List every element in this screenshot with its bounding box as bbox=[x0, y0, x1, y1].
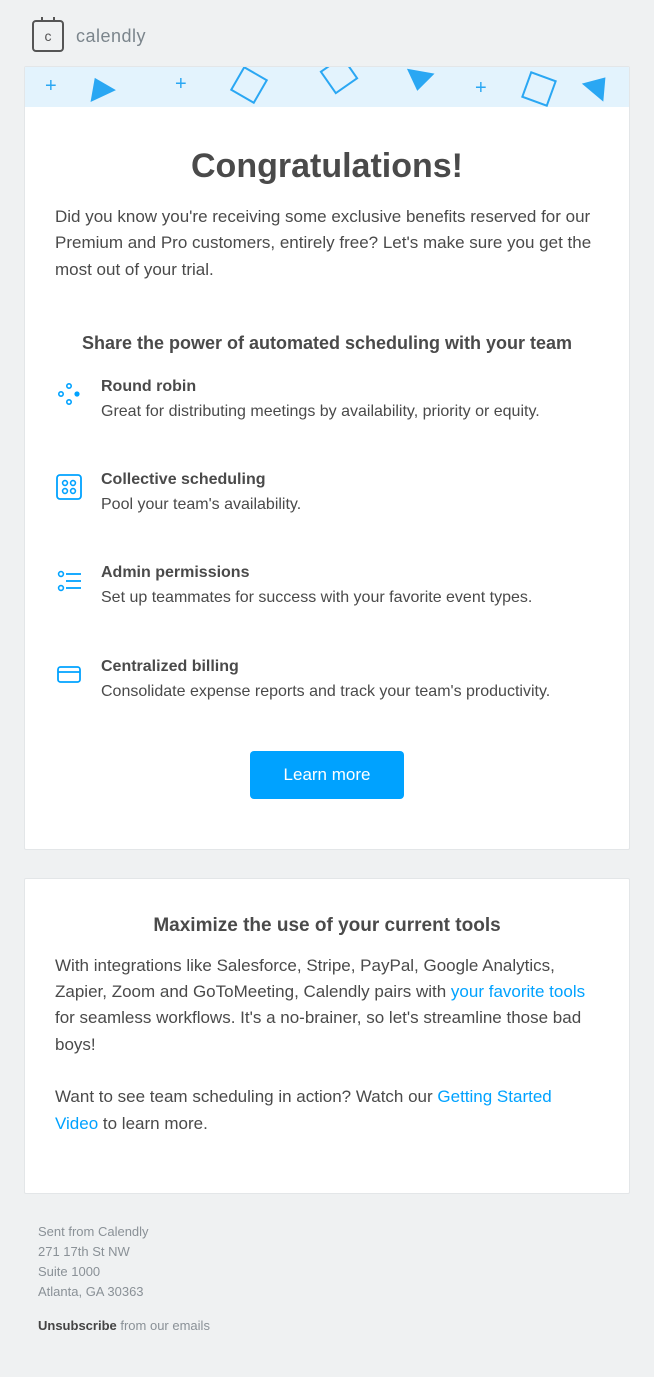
feature-title: Centralized billing bbox=[101, 658, 599, 676]
favorite-tools-link[interactable]: your favorite tools bbox=[451, 982, 585, 1001]
logo-letter: c bbox=[45, 28, 52, 44]
tools-heading: Maximize the use of your current tools bbox=[55, 915, 599, 937]
feature-billing: Centralized billing Consolidate expense … bbox=[55, 658, 599, 703]
brand-header: c calendly bbox=[24, 0, 630, 66]
feature-title: Admin permissions bbox=[101, 564, 599, 582]
square-icon bbox=[521, 71, 557, 107]
main-card: + + + Congratulations! Did you know you'… bbox=[24, 66, 630, 850]
footer-unsubscribe-line: Unsubscribe from our emails bbox=[38, 1316, 630, 1336]
feature-round-robin: Round robin Great for distributing meeti… bbox=[55, 378, 599, 423]
section-heading: Share the power of automated scheduling … bbox=[55, 333, 599, 354]
triangle-icon bbox=[403, 69, 434, 94]
text: to learn more. bbox=[98, 1114, 208, 1133]
footer-address-2: Suite 1000 bbox=[38, 1262, 630, 1282]
feature-desc: Great for distributing meetings by avail… bbox=[101, 400, 599, 423]
learn-more-button[interactable]: Learn more bbox=[250, 751, 405, 799]
tools-paragraph-2: Want to see team scheduling in action? W… bbox=[55, 1084, 599, 1137]
page-title: Congratulations! bbox=[55, 147, 599, 186]
square-icon bbox=[320, 67, 359, 94]
email-footer: Sent from Calendly 271 17th St NW Suite … bbox=[24, 1222, 630, 1337]
tools-card: Maximize the use of your current tools W… bbox=[24, 878, 630, 1194]
triangle-icon bbox=[582, 68, 616, 101]
triangle-icon bbox=[82, 72, 116, 102]
feature-desc: Set up teammates for success with your f… bbox=[101, 586, 599, 609]
calendly-logo-icon: c bbox=[32, 20, 64, 52]
plus-icon: + bbox=[475, 77, 487, 100]
text: from our emails bbox=[117, 1318, 210, 1333]
footer-address-1: 271 17th St NW bbox=[38, 1242, 630, 1262]
footer-address-3: Atlanta, GA 30363 bbox=[38, 1282, 630, 1302]
text: for seamless workflows. It's a no-braine… bbox=[55, 1008, 581, 1053]
intro-text: Did you know you're receiving some exclu… bbox=[55, 204, 599, 283]
collective-icon bbox=[55, 473, 83, 501]
billing-icon bbox=[55, 660, 83, 688]
feature-desc: Pool your team's availability. bbox=[101, 493, 599, 516]
plus-icon: + bbox=[175, 73, 187, 96]
feature-desc: Consolidate expense reports and track yo… bbox=[101, 680, 599, 703]
round-robin-icon bbox=[55, 380, 83, 408]
feature-collective: Collective scheduling Pool your team's a… bbox=[55, 471, 599, 516]
feature-title: Collective scheduling bbox=[101, 471, 599, 489]
square-icon bbox=[230, 67, 268, 104]
feature-title: Round robin bbox=[101, 378, 599, 396]
text: Want to see team scheduling in action? W… bbox=[55, 1087, 437, 1106]
plus-icon: + bbox=[45, 75, 57, 98]
decorative-banner: + + + bbox=[25, 67, 629, 107]
footer-sender: Sent from Calendly bbox=[38, 1222, 630, 1242]
feature-admin: Admin permissions Set up teammates for s… bbox=[55, 564, 599, 609]
brand-name: calendly bbox=[76, 26, 146, 47]
admin-icon bbox=[55, 566, 83, 594]
unsubscribe-link[interactable]: Unsubscribe bbox=[38, 1318, 117, 1333]
tools-paragraph-1: With integrations like Salesforce, Strip… bbox=[55, 953, 599, 1058]
